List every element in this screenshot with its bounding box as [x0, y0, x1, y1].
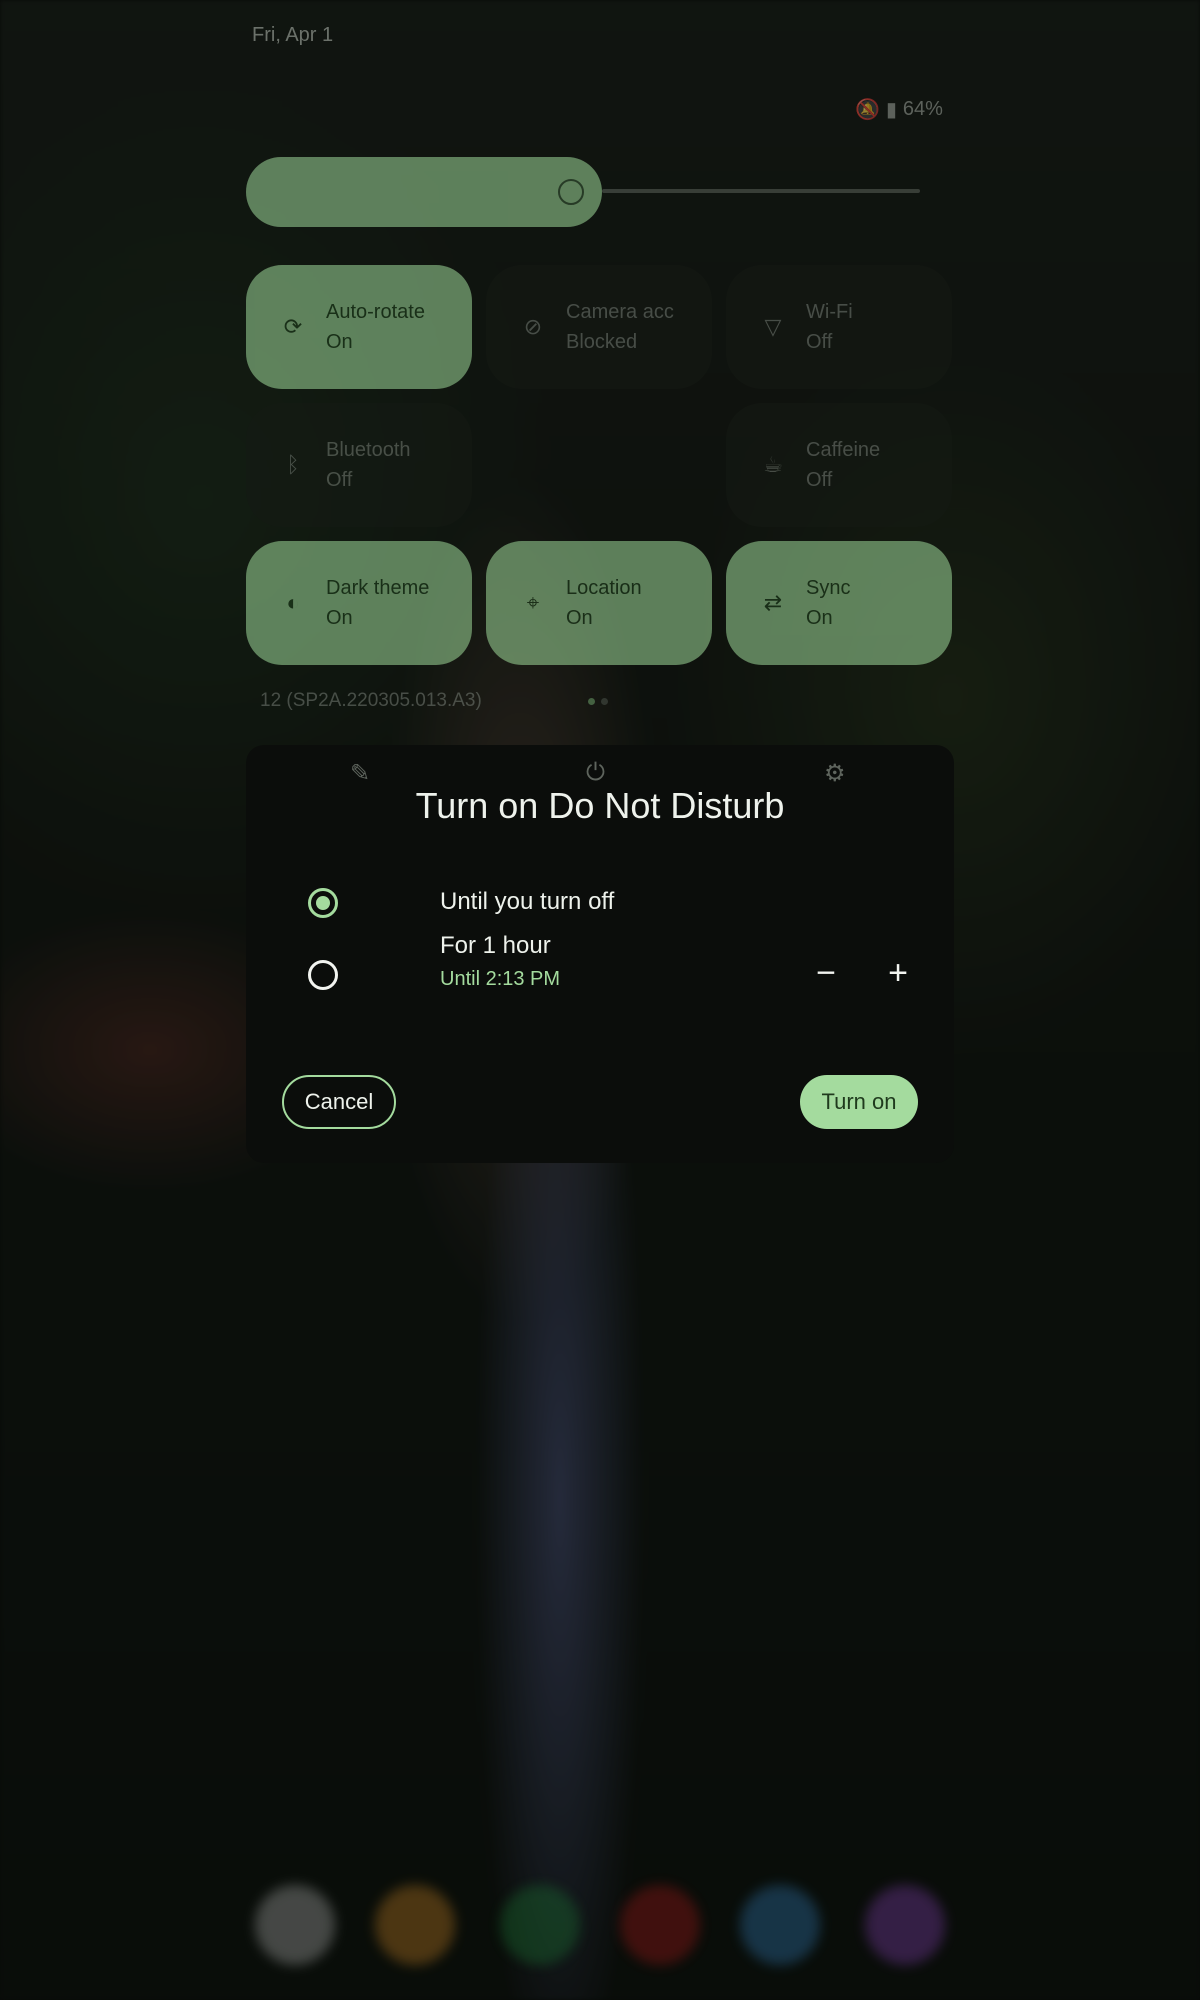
dock-app-icon[interactable] [865, 1885, 945, 1965]
tile-state: On [326, 607, 353, 629]
tile-sync[interactable]: ⇄ Sync On [726, 541, 952, 665]
tile-state: On [806, 607, 833, 629]
tile-label: Location [566, 577, 642, 599]
dock-app-icon[interactable] [375, 1885, 455, 1965]
settings-icon: ⚙ [824, 760, 846, 787]
sync-icon: ⇄ [763, 590, 783, 615]
tile-location[interactable]: ⌖ Location On [486, 541, 712, 665]
tile-state: On [326, 331, 353, 353]
status-date: Fri, Apr 1 [252, 24, 334, 46]
option-label: Until you turn off [440, 888, 615, 915]
tile-bluetooth[interactable]: ᛒ Bluetooth Off [246, 403, 472, 527]
tile-label: Sync [806, 577, 851, 599]
option-sublabel: Until 2:13 PM [440, 968, 561, 990]
increase-duration-button[interactable]: + [876, 951, 920, 995]
tile-state: Off [806, 469, 833, 491]
tile-auto-rotate[interactable]: ⟳ Auto-rotate On [246, 265, 472, 389]
tile-state: Off [326, 469, 353, 491]
dock-app-icon[interactable] [620, 1885, 700, 1965]
dock-app-icon[interactable] [740, 1885, 820, 1965]
notifications-off-icon: 🔕 [855, 99, 880, 121]
tile-wifi[interactable]: ▽ Wi-Fi Off [726, 265, 952, 389]
radio-for-1-hour[interactable] [308, 960, 338, 990]
tile-label: Dark theme [326, 577, 430, 599]
option-label: For 1 hour [440, 932, 551, 959]
location-icon: ⌖ [526, 590, 540, 615]
tile-caffeine[interactable]: ☕ Caffeine Off [726, 403, 952, 527]
brightness-slider[interactable] [246, 157, 602, 227]
tile-dark-theme[interactable]: ◐ Dark theme On [246, 541, 472, 665]
dnd-dialog: ✎ ⏻ ⚙ Turn on Do Not Disturb Until you t… [246, 745, 954, 1163]
caffeine-icon: ☕ [763, 452, 783, 477]
turn-on-button[interactable]: Turn on [800, 1075, 918, 1129]
tile-label: Auto-rotate [326, 301, 425, 323]
tile-state: Off [806, 331, 833, 353]
tile-label: Caffeine [806, 439, 881, 461]
tile-label: Camera acc [566, 301, 674, 323]
dock-app-icon[interactable] [255, 1885, 335, 1965]
bluetooth-icon: ᛒ [286, 452, 300, 477]
auto-rotate-icon: ⟳ [283, 314, 303, 339]
tile-camera-access[interactable]: ⊘ Camera acc Blocked [486, 265, 712, 389]
brightness-track[interactable] [602, 189, 920, 193]
dialog-title: Turn on Do Not Disturb [415, 785, 785, 826]
camera-blocked-icon: ⊘ [523, 314, 543, 339]
power-icon: ⏻ [586, 759, 605, 786]
radio-until-turn-off[interactable] [308, 888, 338, 918]
edit-icon: ✎ [350, 760, 371, 787]
tile-state: On [566, 607, 593, 629]
page-indicator [588, 698, 608, 705]
cancel-button[interactable]: Cancel [282, 1075, 396, 1129]
brightness-icon [558, 179, 584, 205]
build-number: 12 (SP2A.220305.013.A3) [260, 690, 482, 711]
app-dock [0, 1885, 1200, 1965]
decrease-duration-button[interactable]: − [804, 951, 848, 995]
tile-label: Bluetooth [326, 439, 411, 461]
tile-state: Blocked [566, 331, 638, 353]
status-icons: 🔕 ▮ 64% [855, 97, 943, 122]
wifi-icon: ▽ [764, 314, 782, 339]
dock-app-icon[interactable] [500, 1885, 580, 1965]
option-for-1-hour[interactable]: For 1 hour Until 2:13 PM [308, 932, 560, 990]
dark-theme-icon: ◐ [286, 590, 300, 615]
battery-percent: 64% [902, 98, 943, 120]
option-until-turn-off[interactable]: Until you turn off [308, 888, 614, 918]
battery-icon: ▮ [885, 99, 897, 121]
tile-label: Wi-Fi [806, 301, 853, 323]
